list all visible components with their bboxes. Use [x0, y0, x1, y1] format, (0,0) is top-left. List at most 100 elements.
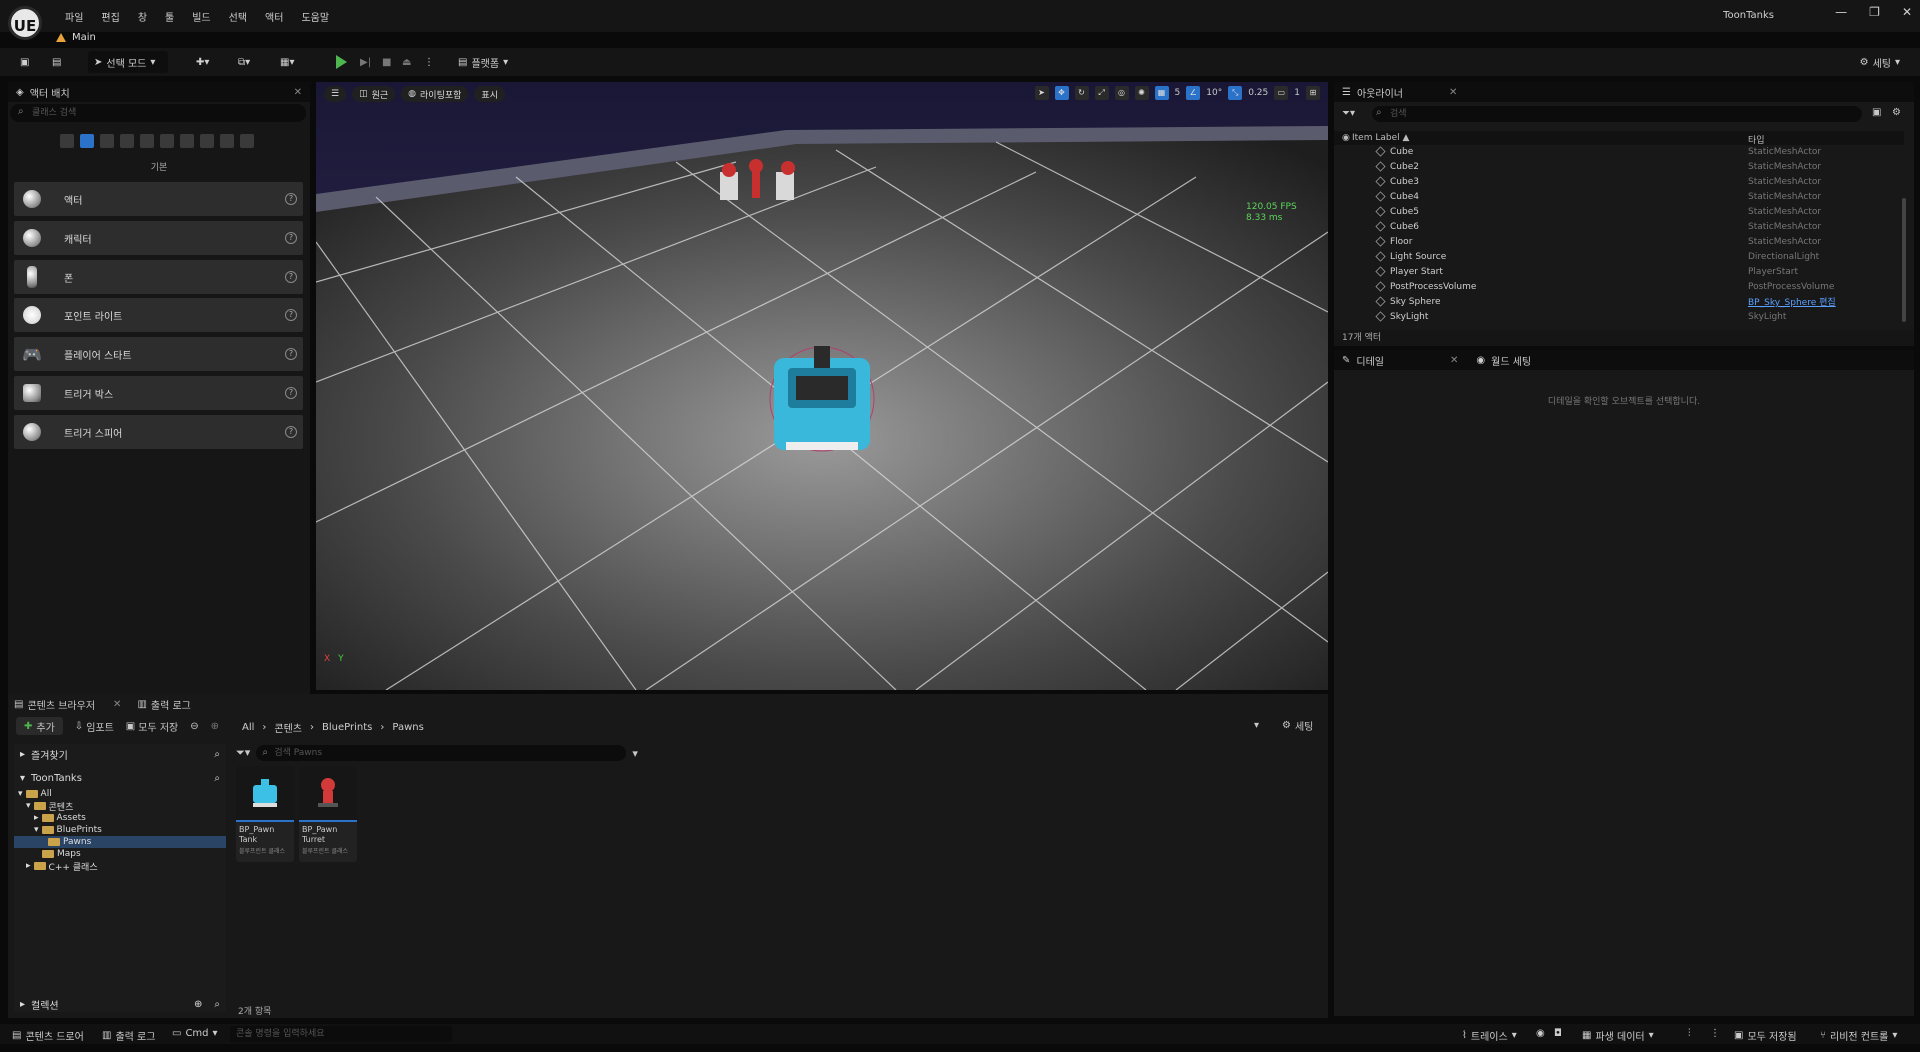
asset-tile-turret[interactable]: BP_Pawn Turret 블루프린트 클래스	[299, 766, 357, 862]
rotation-snap-value[interactable]: 10°	[1206, 88, 1222, 98]
cinematic-icon[interactable]	[180, 134, 194, 148]
tree-item-assets[interactable]: ▸ Assets	[14, 812, 226, 824]
scale-tool-icon[interactable]: ⤢	[1094, 86, 1109, 100]
menu-help[interactable]: 도움말	[292, 9, 338, 24]
place-item-point-light[interactable]: 포인트 라이트 ?	[14, 298, 303, 332]
world-local-icon[interactable]: ◎	[1114, 86, 1129, 100]
step-icon[interactable]: ▶|	[354, 51, 377, 73]
asset-search-input[interactable]: 검색 Pawns	[256, 745, 627, 761]
outliner-row[interactable]: PostProcessVolume PostProcessVolume	[1334, 279, 1904, 294]
translate-tool-icon[interactable]: ✥	[1054, 86, 1069, 100]
blueprint-button[interactable]: ⧉▾	[232, 51, 256, 73]
breadcrumb-item[interactable]: All	[242, 722, 254, 733]
lighting-mode-button[interactable]: ◍ 라이팅포함	[401, 86, 469, 102]
level-viewport[interactable]: ☰ ◫ 원근 ◍ 라이팅포함 표시 ➤ ✥ ↻ ⤢ ◎ ✺ ▦ 5 ∠ 10° ⤡ …	[316, 82, 1328, 690]
world-settings-tab[interactable]: 월드 세팅	[1491, 353, 1531, 368]
scale-snap-icon[interactable]: ⤡	[1228, 86, 1243, 100]
console-command-input[interactable]: 콘솔 명령을 입력하세요	[230, 1026, 452, 1042]
place-item-player-start[interactable]: 🎮 플레이어 스타트 ?	[14, 337, 303, 371]
restore-icon[interactable]: ❐	[1869, 5, 1880, 19]
help-icon[interactable]: ?	[285, 426, 297, 438]
screenshot-icon[interactable]: ◘	[1554, 1028, 1562, 1039]
content-settings-button[interactable]: ⚙ 세팅	[1282, 718, 1313, 733]
help-icon[interactable]: ?	[285, 232, 297, 244]
outliner-tab[interactable]: ☰ 아웃라이너 ✕	[1334, 82, 1914, 102]
geometry-icon[interactable]	[220, 134, 234, 148]
add-folder-icon[interactable]: ▣	[1872, 107, 1881, 118]
level-tab[interactable]: Main	[56, 28, 96, 46]
close-icon[interactable]: ✕	[1450, 355, 1458, 366]
close-icon[interactable]: ✕	[294, 87, 302, 98]
more-options-icon[interactable]: ⋮	[418, 51, 440, 73]
eject-icon[interactable]: ⏏	[396, 51, 417, 73]
scale-snap-value[interactable]: 0.25	[1248, 88, 1268, 98]
more-icon[interactable]	[240, 134, 254, 148]
history-back-icon[interactable]: ⊖	[190, 721, 198, 732]
outliner-row[interactable]: Cube2 StaticMeshActor	[1334, 159, 1904, 174]
project-section[interactable]: ▾ ToonTanks ⌕	[14, 770, 226, 786]
stop-icon[interactable]: ■	[376, 51, 397, 73]
search-icon[interactable]: ⌕	[214, 773, 220, 784]
place-item-trigger-sphere[interactable]: 트리거 스피어 ?	[14, 415, 303, 449]
camera-speed-value[interactable]: 1	[1294, 88, 1300, 98]
save-all-status[interactable]: ▣ 모두 저장됨	[1734, 1028, 1797, 1043]
save-all-button[interactable]: ▣ 모두 저장	[126, 719, 178, 734]
tree-item-content[interactable]: ▾ 콘텐츠	[14, 800, 226, 813]
tree-item-all[interactable]: ▾ All	[14, 788, 226, 800]
outliner-row[interactable]: Sky Sphere BP_Sky_Sphere 편집	[1334, 294, 1904, 309]
help-icon[interactable]: ?	[285, 193, 297, 205]
item-label-column[interactable]: Item Label ▲	[1352, 133, 1409, 143]
unreal-logo-icon[interactable]: UE	[8, 6, 42, 40]
place-item-trigger-box[interactable]: 트리거 박스 ?	[14, 376, 303, 410]
chevron-down-icon[interactable]: ▾	[632, 747, 638, 760]
close-icon[interactable]: ✕	[1449, 87, 1457, 98]
maximize-viewport-icon[interactable]: ⊞	[1306, 86, 1320, 100]
select-tool-icon[interactable]: ➤	[1034, 86, 1049, 100]
view-mode-button[interactable]: ◫ 원근	[352, 86, 396, 102]
cinematics-button[interactable]: ▦▾	[274, 51, 300, 73]
close-icon[interactable]: ✕	[1902, 5, 1912, 19]
outliner-row[interactable]: Cube5 StaticMeshActor	[1334, 204, 1904, 219]
grid-snap-value[interactable]: 5	[1175, 88, 1181, 98]
output-log-tab[interactable]: ▥ 출력 로그	[137, 697, 190, 712]
help-icon[interactable]: ?	[285, 271, 297, 283]
outliner-row[interactable]: Floor StaticMeshActor	[1334, 234, 1904, 249]
derived-data-dropdown[interactable]: ▦ 파생 데이터 ▾	[1582, 1028, 1654, 1043]
edit-blueprint-link[interactable]: BP_Sky_Sphere 편집	[1748, 295, 1836, 308]
menu-select[interactable]: 선택	[220, 9, 256, 24]
class-search-input[interactable]: 클래스 검색	[10, 104, 306, 122]
shapes-icon[interactable]	[120, 134, 134, 148]
add-collection-icon[interactable]: ⊕	[194, 999, 202, 1010]
all-classes-icon[interactable]	[200, 134, 214, 148]
outliner-row[interactable]: Cube StaticMeshActor	[1334, 144, 1904, 159]
camera-speed-icon[interactable]: ▭	[1274, 86, 1289, 100]
details-tab[interactable]: 디테일	[1356, 353, 1384, 368]
settings-dropdown[interactable]: ⚙ 세팅 ▾	[1854, 51, 1906, 73]
history-forward-icon[interactable]: ⊕	[211, 721, 219, 732]
menu-tools[interactable]: 툴	[156, 9, 183, 24]
outliner-scrollbar[interactable]	[1902, 198, 1906, 322]
revision-control-dropdown[interactable]: ⑂ 리비전 컨트롤 ▾	[1820, 1028, 1897, 1043]
menu-file[interactable]: 파일	[56, 9, 92, 24]
breadcrumb-item[interactable]: BluePrints	[322, 722, 372, 733]
add-button[interactable]: ✚ 추가	[16, 717, 63, 735]
menu-window[interactable]: 창	[129, 9, 156, 24]
outliner-search-input[interactable]: 검색	[1372, 106, 1862, 122]
source-control-icon[interactable]: ⫶	[1688, 1028, 1691, 1039]
trace-dropdown[interactable]: ⌇ 트레이스 ▾	[1462, 1028, 1517, 1043]
gear-icon[interactable]: ⚙	[1892, 107, 1901, 118]
menu-actor[interactable]: 액터	[256, 9, 292, 24]
tree-item-blueprints[interactable]: ▾ BluePrints	[14, 824, 226, 836]
breadcrumb-item[interactable]: 콘텐츠	[274, 720, 302, 735]
show-button[interactable]: 표시	[474, 86, 505, 102]
save-icon[interactable]: ▣	[14, 51, 35, 73]
favorites-section[interactable]: ▸ 즐겨찾기 ⌕	[14, 746, 226, 762]
place-item-pawn[interactable]: 폰 ?	[14, 260, 303, 294]
chevron-down-icon[interactable]: ▾	[1254, 720, 1259, 731]
mode-dropdown[interactable]: ➤ 선택 모드 ▾	[88, 51, 168, 73]
add-actor-button[interactable]: ✚▾	[190, 51, 215, 73]
filter-icon[interactable]: ⏷▾	[236, 746, 250, 760]
basic-icon[interactable]	[80, 134, 94, 148]
viewport-menu-button[interactable]: ☰	[324, 86, 347, 102]
filter-icon[interactable]: ⏷▾	[1342, 108, 1355, 119]
